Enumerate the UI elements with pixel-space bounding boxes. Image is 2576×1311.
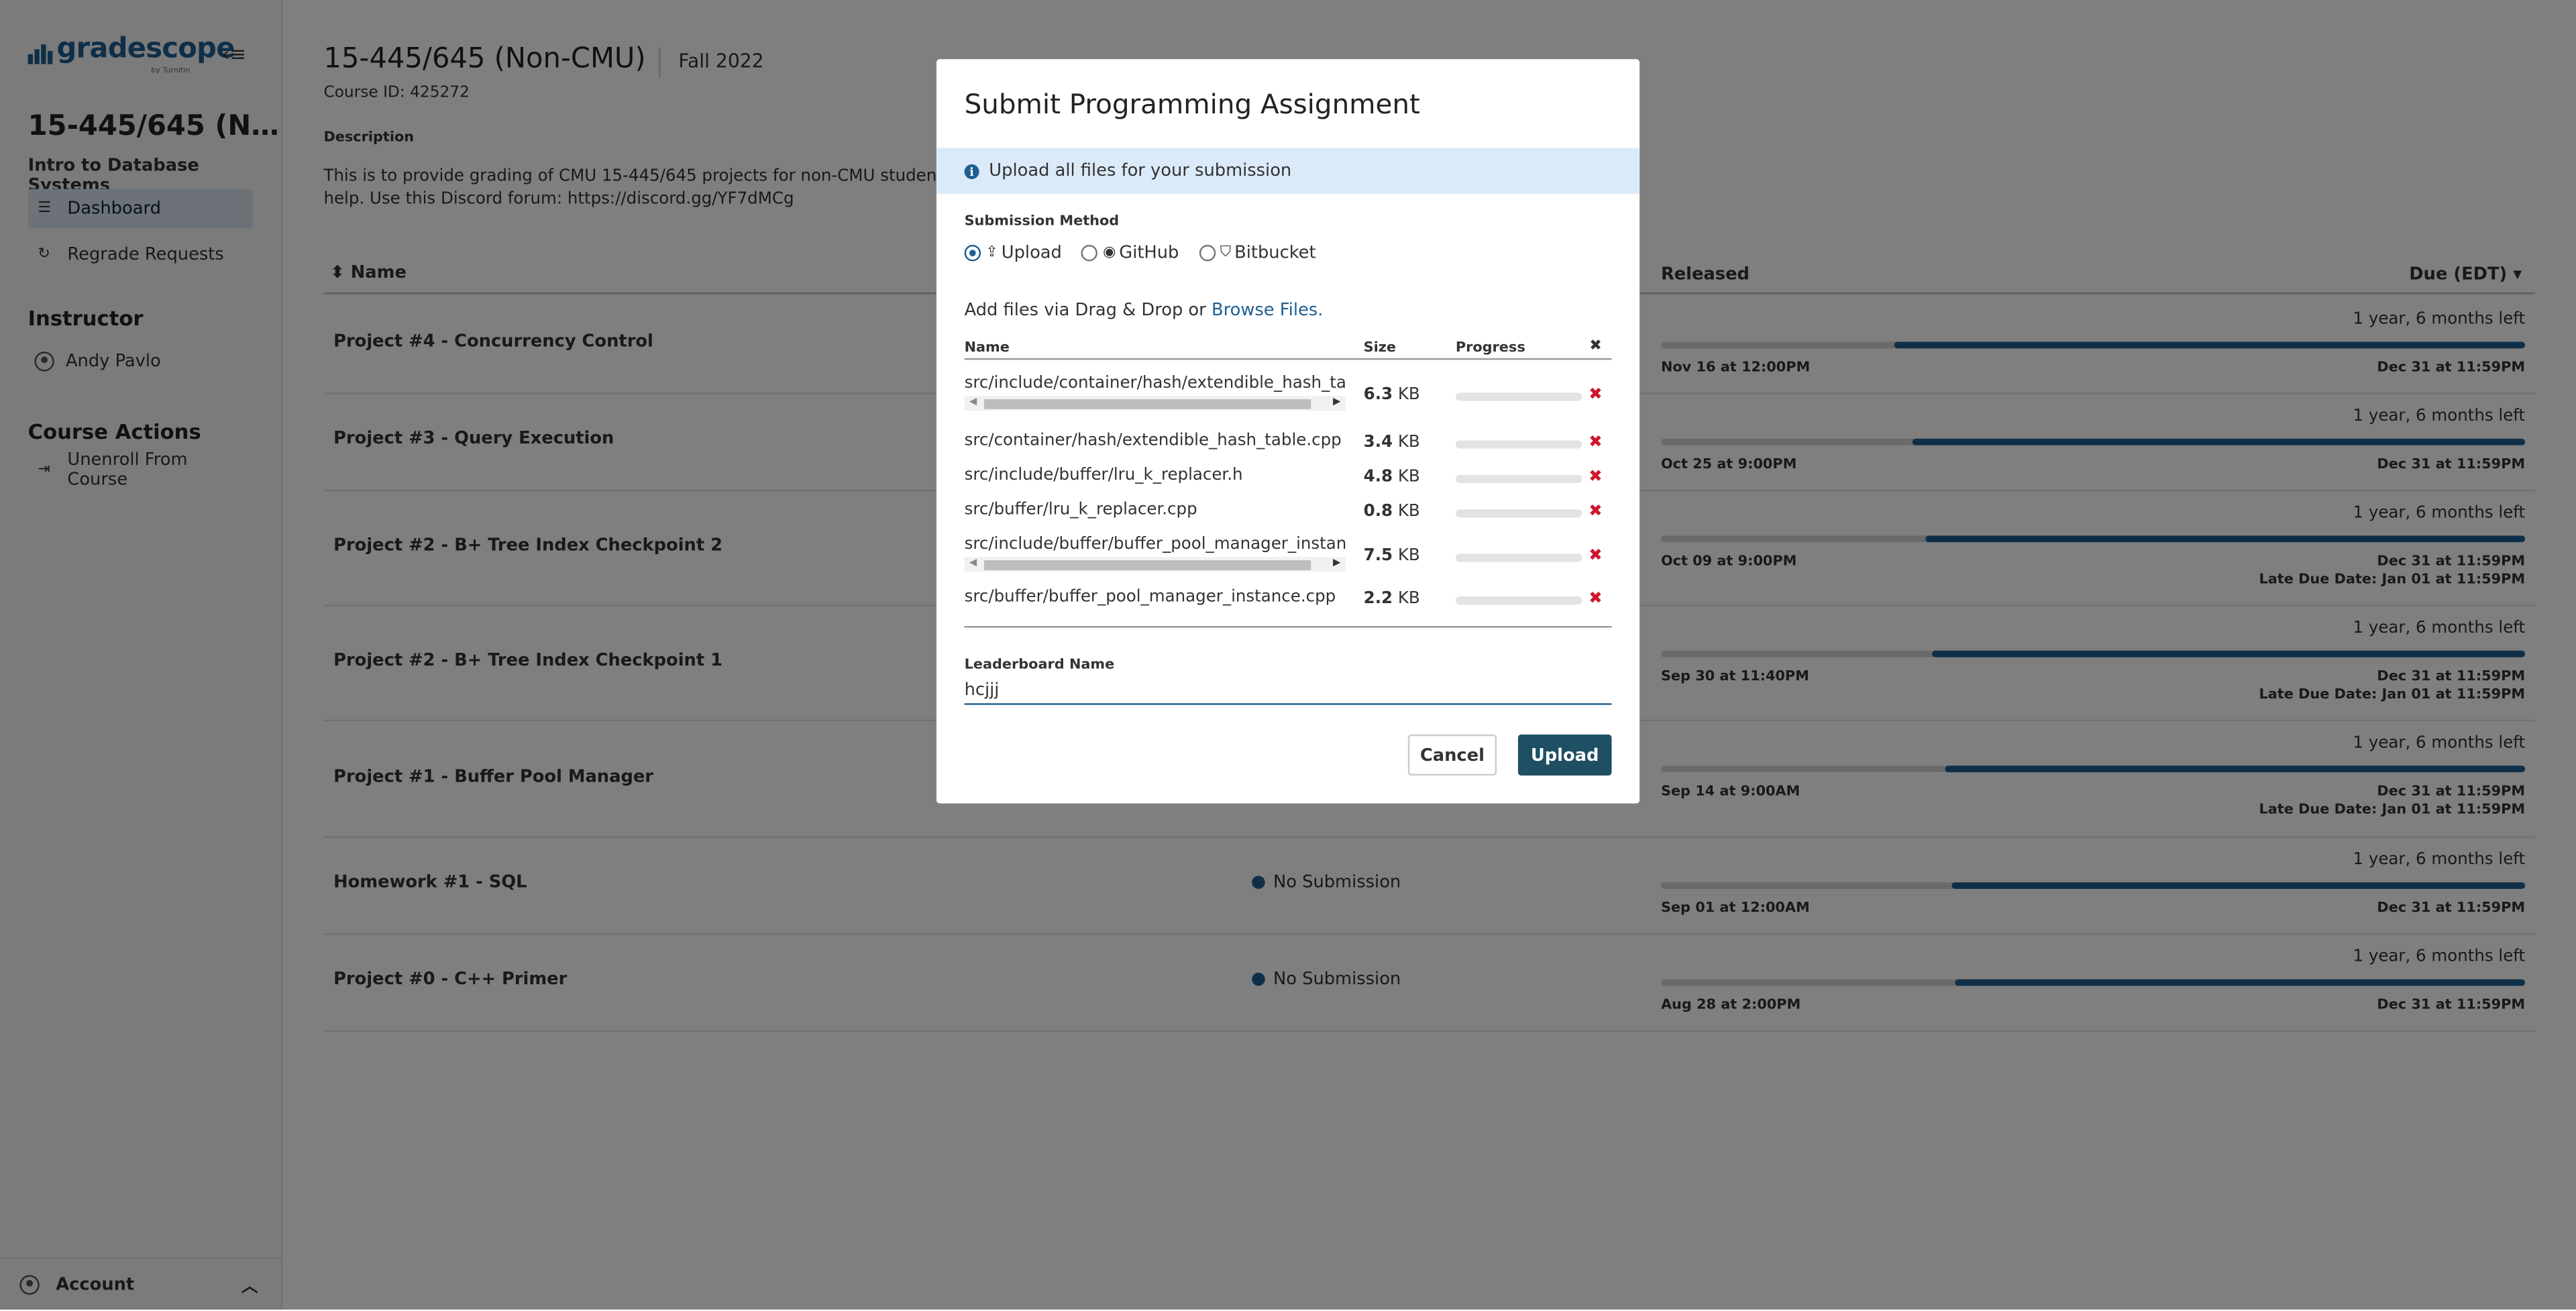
scrollbar-thumb[interactable] <box>983 399 1311 409</box>
file-size-value: 6.3 <box>1363 386 1393 405</box>
file-upload-progress <box>1455 554 1582 562</box>
remove-file-icon[interactable]: ✖ <box>1589 547 1603 566</box>
file-size-value: 3.4 <box>1363 433 1393 452</box>
method-bitbucket-option[interactable]: ⛉ Bitbucket <box>1198 243 1316 263</box>
file-size: 7.5 KB <box>1364 547 1420 566</box>
file-name-scrollbar[interactable]: ◀ ▶ <box>964 396 1346 411</box>
upload-radio[interactable] <box>964 244 981 262</box>
cancel-button[interactable]: Cancel <box>1407 734 1497 776</box>
bitbucket-option-label: Bitbucket <box>1234 243 1316 263</box>
scrollbar-thumb[interactable] <box>983 560 1311 570</box>
remove-file-icon[interactable]: ✖ <box>1589 503 1603 521</box>
scroll-right-icon[interactable]: ▶ <box>1333 396 1340 407</box>
file-size-value: 4.8 <box>1363 468 1393 486</box>
info-text: Upload all files for your submission <box>989 161 1292 181</box>
scroll-right-icon[interactable]: ▶ <box>1333 557 1340 568</box>
remove-all-files-icon[interactable]: ✖ <box>1589 338 1601 354</box>
file-size-unit: KB <box>1397 503 1420 521</box>
submission-method-label: Submission Method <box>964 213 1120 230</box>
file-size-value: 2.2 <box>1363 590 1393 609</box>
file-upload-progress <box>1455 392 1582 401</box>
bitbucket-radio[interactable] <box>1198 244 1216 262</box>
method-github-option[interactable]: ◉ GitHub <box>1081 243 1179 263</box>
upload-option-label: Upload <box>1001 243 1062 263</box>
file-size: 6.3 KB <box>1364 386 1420 405</box>
file-size: 0.8 KB <box>1364 503 1420 521</box>
files-col-name: Name <box>964 339 1010 357</box>
leaderboard-name-input[interactable]: hcjjj <box>964 680 1612 705</box>
scroll-left-icon[interactable]: ◀ <box>969 396 977 407</box>
file-size: 4.8 KB <box>1364 468 1420 486</box>
file-upload-progress <box>1455 440 1582 449</box>
method-upload-option[interactable]: ⇪ Upload <box>964 243 1062 263</box>
remove-file-icon[interactable]: ✖ <box>1589 386 1603 405</box>
files-table-divider <box>964 626 1612 628</box>
github-icon: ◉ <box>1103 244 1116 262</box>
file-row: src/buffer/buffer_pool_manager_instance.… <box>965 588 1612 615</box>
github-option-label: GitHub <box>1119 243 1179 263</box>
info-banner: i Upload all files for your submission <box>936 148 1640 194</box>
leaderboard-name-label: Leaderboard Name <box>964 657 1115 674</box>
files-col-size: Size <box>1363 339 1397 357</box>
info-icon: i <box>964 163 979 178</box>
file-upload-progress <box>1455 509 1582 518</box>
files-col-progress: Progress <box>1455 339 1525 357</box>
github-radio[interactable] <box>1081 244 1098 262</box>
file-upload-progress <box>1455 596 1582 605</box>
file-name: src/buffer/buffer_pool_manager_instance.… <box>964 588 1336 607</box>
file-row: src/container/hash/extendible_hash_table… <box>965 432 1612 458</box>
file-row: src/buffer/lru_k_replacer.cpp 0.8 KB ✖ <box>965 501 1612 527</box>
file-size: 3.4 KB <box>1364 434 1420 452</box>
submission-method-group: ⇪ Upload ◉ GitHub ⛉ Bitbucket <box>964 243 1336 263</box>
bitbucket-icon: ⛉ <box>1220 244 1232 262</box>
file-size-value: 0.8 <box>1363 503 1393 521</box>
file-size-unit: KB <box>1397 468 1420 486</box>
file-name: src/container/hash/extendible_hash_table… <box>964 432 1342 451</box>
file-size-unit: KB <box>1397 547 1420 566</box>
remove-file-icon[interactable]: ✖ <box>1589 590 1603 608</box>
files-table-header: Name Size Progress ✖ <box>964 338 1612 360</box>
browse-files-link[interactable]: Browse Files. <box>1212 301 1323 320</box>
app-root: gradescope by Turnitin ‹≡ 15-445/645 (N…… <box>0 0 2576 1310</box>
file-name: src/include/container/hash/extendible_ha… <box>964 374 1346 393</box>
file-name: src/include/buffer/lru_k_replacer.h <box>964 466 1243 485</box>
remove-file-icon[interactable]: ✖ <box>1589 434 1603 452</box>
file-row: src/include/buffer/lru_k_replacer.h 4.8 K… <box>965 467 1612 493</box>
file-row: src/include/buffer/buffer_pool_manager_i… <box>964 535 1612 582</box>
file-upload-progress <box>1455 474 1582 484</box>
file-size-unit: KB <box>1397 590 1420 609</box>
add-files-text: Add files via Drag & Drop or <box>964 301 1212 321</box>
upload-icon: ⇪ <box>985 244 998 262</box>
file-size-unit: KB <box>1397 433 1420 452</box>
file-name: src/include/buffer/buffer_pool_manager_i… <box>964 535 1346 554</box>
scroll-left-icon[interactable]: ◀ <box>969 557 977 568</box>
upload-button[interactable]: Upload <box>1517 734 1612 776</box>
file-name: src/buffer/lru_k_replacer.cpp <box>964 501 1197 519</box>
add-files-instructions: Add files via Drag & Drop or Browse File… <box>965 301 1324 320</box>
file-size: 2.2 KB <box>1364 590 1420 608</box>
file-size-value: 7.5 <box>1363 547 1393 566</box>
dialog-title: Submit Programming Assignment <box>964 89 1420 120</box>
file-row: src/include/container/hash/extendible_ha… <box>964 374 1612 421</box>
file-name-scrollbar[interactable]: ◀ ▶ <box>964 557 1346 572</box>
remove-file-icon[interactable]: ✖ <box>1589 468 1603 486</box>
submit-assignment-dialog: Submit Programming Assignment i Upload a… <box>936 59 1640 804</box>
file-size-unit: KB <box>1397 386 1420 405</box>
